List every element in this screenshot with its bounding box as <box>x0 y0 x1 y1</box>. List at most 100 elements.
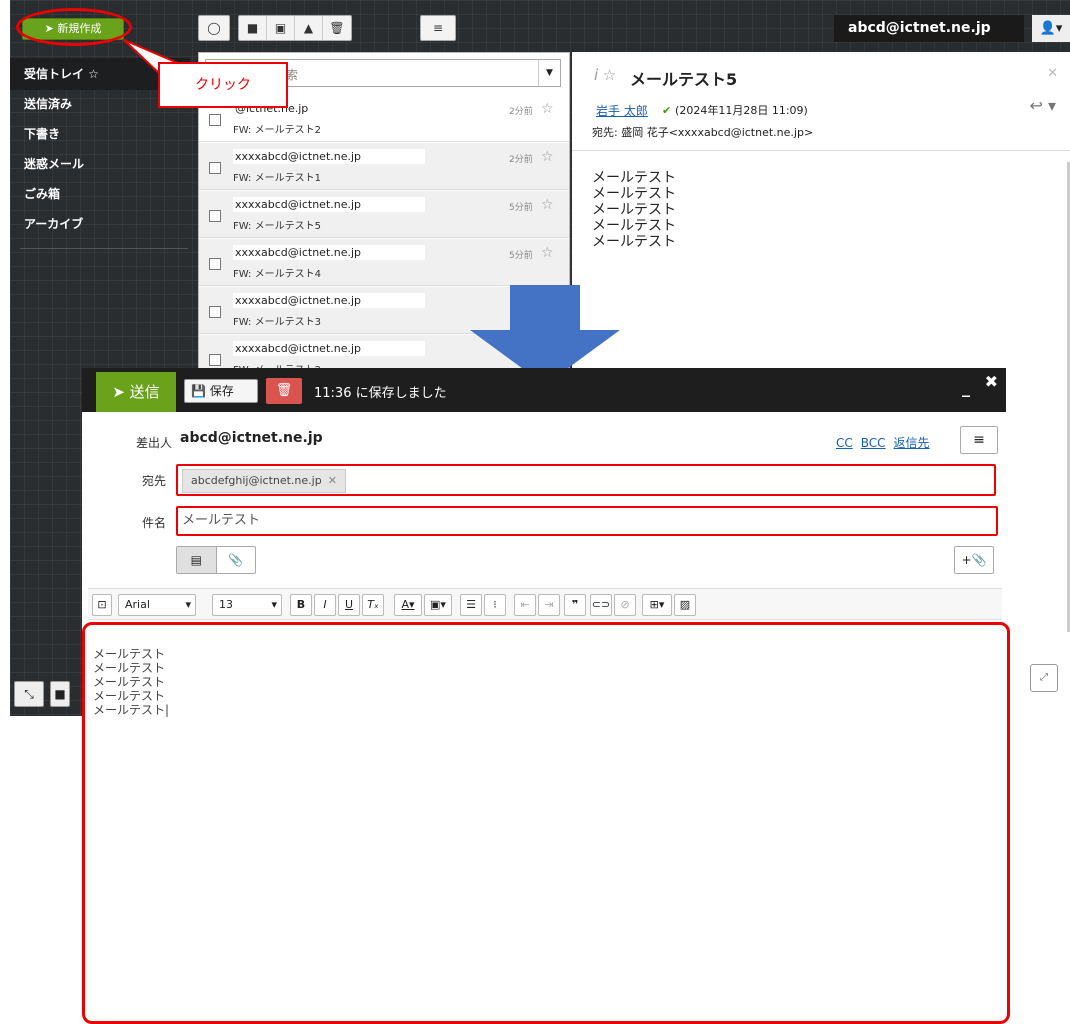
indent-button[interactable]: ⇥ <box>538 594 560 616</box>
table-button[interactable]: ⊞▾ <box>642 594 672 616</box>
message-body-editor[interactable]: メールテスト メールテスト メールテスト メールテスト メールテスト| <box>82 622 1010 1024</box>
background-color-button[interactable]: ▣▾ <box>424 594 452 616</box>
reader-subject: メールテスト5 <box>630 70 738 89</box>
reader-body: メールテスト メールテスト メールテスト メールテスト メールテスト <box>592 170 676 250</box>
message-checkbox[interactable] <box>209 258 221 270</box>
unlink-icon: ⊘ <box>620 598 630 611</box>
font-size-value: 13 <box>219 598 233 611</box>
quote-icon: ❞ <box>571 598 579 611</box>
message-checkbox[interactable] <box>209 354 221 366</box>
message-body-text: メールテスト メールテスト メールテスト メールテスト メールテスト| <box>93 647 170 717</box>
expand-button[interactable]: ⤢ <box>1030 664 1058 692</box>
spam-button[interactable]: ▲ <box>295 16 323 40</box>
folder-trash[interactable]: ごみ箱 <box>10 178 190 210</box>
attachment-mode-button[interactable]: 📎 <box>217 547 256 573</box>
blockquote-button[interactable]: ❞ <box>564 594 586 616</box>
reader-date-text: (2024年11月28日 11:09) <box>675 104 808 117</box>
clear-format-button[interactable]: Tₓ <box>362 594 384 616</box>
italic-button[interactable]: I <box>314 594 336 616</box>
info-star-icons[interactable]: i ☆ <box>594 66 616 84</box>
close-icon[interactable]: ✖ <box>985 372 998 391</box>
folder-drafts[interactable]: 下書き <box>10 118 190 150</box>
remove-recipient-icon[interactable]: ✕ <box>328 474 337 487</box>
reader-sender[interactable]: 岩手 太郎 <box>596 102 648 119</box>
link-button[interactable]: ⊂⊃ <box>590 594 612 616</box>
check-icon: ✔ <box>662 104 676 117</box>
bullet-list-button[interactable]: ⁝ <box>484 594 506 616</box>
message-checkbox[interactable] <box>209 114 221 126</box>
message-row[interactable]: xxxxabcd@ictnet.ne.jp FW: メールテスト1 2分前 ☆ <box>199 143 569 190</box>
callout-label: クリック <box>158 62 288 108</box>
add-attachment-button[interactable]: +📎 <box>954 546 994 574</box>
reply-icon[interactable]: ↩ ▾ <box>1029 96 1056 115</box>
message-from: xxxxabcd@ictnet.ne.jp <box>233 293 425 308</box>
font-family-select[interactable]: Arial ▾ <box>118 594 196 616</box>
font-size-select[interactable]: 13 ▾ <box>212 594 282 616</box>
recipient-chip[interactable]: abcdefghij@ictnet.ne.jp ✕ <box>182 469 346 493</box>
floppy-icon: 💾 <box>191 384 210 398</box>
user-menu-button[interactable]: 👤▾ <box>1032 15 1070 42</box>
message-time: 2分前 <box>509 107 533 117</box>
star-icon[interactable]: ☆ <box>541 149 554 165</box>
caret-down-icon: ▾ <box>185 598 191 611</box>
outdent-icon: ⇤ <box>520 598 530 611</box>
star-icon[interactable]: ☆ <box>541 245 554 261</box>
message-checkbox[interactable] <box>209 306 221 318</box>
folder-archive[interactable]: アーカイブ <box>10 208 190 240</box>
close-icon[interactable]: ✕ <box>1047 66 1058 81</box>
unlink-button[interactable]: ⊘ <box>614 594 636 616</box>
reply-to-link[interactable]: 返信先 <box>894 436 930 450</box>
folder-button[interactable]: ■ <box>239 16 267 40</box>
subject-input[interactable]: メールテスト <box>176 506 998 536</box>
settings-button[interactable]: ■ <box>50 681 70 707</box>
collapse-button[interactable]: ⤡ <box>14 681 44 707</box>
bold-button[interactable]: B <box>290 594 312 616</box>
search-dropdown[interactable]: ▼ <box>538 60 560 86</box>
message-checkbox[interactable] <box>209 210 221 222</box>
discard-button[interactable]: 🗑 <box>266 378 302 404</box>
options-menu-button[interactable]: ≡ <box>960 426 998 454</box>
source-button[interactable]: ⊡ <box>92 594 112 616</box>
html-mode-button[interactable]: ▤ <box>177 547 217 573</box>
folder-divider <box>20 248 188 249</box>
image-button[interactable]: ▨ <box>674 594 696 616</box>
document-icon: ▤ <box>190 553 202 567</box>
save-button[interactable]: 💾 保存 <box>184 379 258 403</box>
refresh-icon: ◯ <box>207 21 221 35</box>
minimize-icon[interactable]: _ <box>962 378 970 397</box>
text-color-button[interactable]: A▾ <box>394 594 422 616</box>
message-checkbox[interactable] <box>209 162 221 174</box>
message-row[interactable]: xxxxabcd@ictnet.ne.jp FW: メールテスト4 5分前 ☆ <box>199 239 569 286</box>
from-value: abcd@ictnet.ne.jp <box>180 430 323 446</box>
star-icon[interactable]: ☆ <box>541 101 554 117</box>
save-status: 11:36 に保存しました <box>314 386 447 401</box>
reader-divider <box>572 150 1070 151</box>
indent-icon: ⇥ <box>544 598 554 611</box>
folder-spam[interactable]: 迷惑メール <box>10 148 190 180</box>
reader-recipient: 宛先: 盛岡 花子<xxxxabcd@ictnet.ne.jp> <box>592 126 814 139</box>
refresh-button[interactable]: ◯ <box>198 15 230 41</box>
cc-link[interactable]: CC <box>836 436 853 450</box>
to-field[interactable]: abcdefghij@ictnet.ne.jp ✕ <box>176 464 996 496</box>
bcc-link[interactable]: BCC <box>861 436 886 450</box>
gear-icon: ■ <box>54 687 66 701</box>
message-row[interactable]: xxxxabcd@ictnet.ne.jp FW: メールテスト5 5分前 ☆ <box>199 191 569 238</box>
delete-button[interactable]: 🗑 <box>323 16 351 40</box>
numbered-list-button[interactable]: ☰ <box>460 594 482 616</box>
table-icon: ⊞▾ <box>649 598 665 611</box>
more-menu-button[interactable]: ≡ <box>420 15 456 41</box>
message-time: 5分前 <box>509 251 533 261</box>
reader-date: ✔ (2024年11月28日 11:09) <box>662 102 808 118</box>
caret-down-icon: ▾ <box>271 598 277 611</box>
send-button[interactable]: ➤ 送信 <box>96 372 176 412</box>
message-time: 5分前 <box>509 203 533 213</box>
trash-icon: 🗑 <box>275 383 293 398</box>
message-from: xxxxabcd@ictnet.ne.jp <box>233 341 425 356</box>
underline-button[interactable]: U <box>338 594 360 616</box>
expand-icon: ⤢ <box>1040 672 1048 683</box>
archive-button[interactable]: ▣ <box>267 16 295 40</box>
folder-icon: ■ <box>246 21 259 35</box>
send-label: 送信 <box>129 383 160 401</box>
star-icon[interactable]: ☆ <box>541 197 554 213</box>
outdent-button[interactable]: ⇤ <box>514 594 536 616</box>
